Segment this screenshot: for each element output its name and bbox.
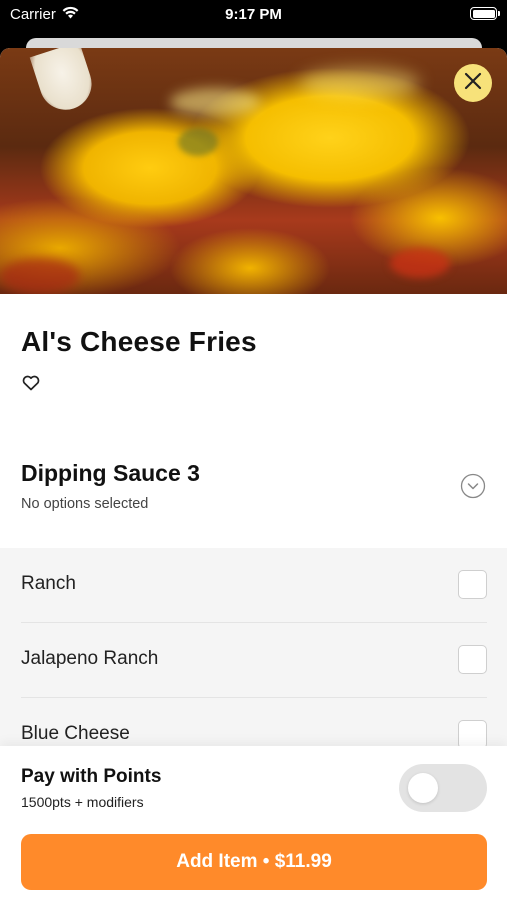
battery-icon bbox=[470, 7, 500, 20]
item-hero-image bbox=[0, 48, 507, 294]
item-title: Al's Cheese Fries bbox=[21, 326, 257, 357]
option-row[interactable]: Ranch bbox=[21, 548, 487, 623]
modifier-group-header[interactable]: Dipping Sauce 3 No options selected bbox=[0, 448, 507, 548]
toggle-knob bbox=[408, 773, 438, 803]
heart-icon bbox=[22, 375, 40, 396]
pay-with-points-subtitle: 1500pts + modifiers bbox=[21, 794, 144, 810]
modifier-group-title: Dipping Sauce 3 bbox=[21, 460, 200, 486]
option-label: Ranch bbox=[21, 573, 76, 594]
close-icon bbox=[464, 72, 482, 95]
pay-with-points-toggle[interactable] bbox=[399, 764, 487, 812]
chevron-down-icon[interactable] bbox=[460, 473, 486, 499]
checkout-footer: Pay with Points 1500pts + modifiers Add … bbox=[0, 746, 507, 900]
item-detail-sheet: Al's Cheese Fries Dipping Sauce 3 No opt… bbox=[0, 48, 507, 900]
close-button[interactable] bbox=[454, 64, 492, 102]
favorite-button[interactable] bbox=[21, 375, 41, 395]
option-row[interactable]: Jalapeno Ranch bbox=[21, 623, 487, 698]
status-bar: Carrier 9:17 PM bbox=[0, 0, 507, 30]
option-checkbox[interactable] bbox=[458, 570, 487, 599]
option-label: Blue Cheese bbox=[21, 723, 130, 744]
option-label: Jalapeno Ranch bbox=[21, 648, 159, 669]
pay-with-points-title: Pay with Points bbox=[21, 766, 162, 787]
status-time: 9:17 PM bbox=[225, 6, 282, 23]
modifier-group-subtitle: No options selected bbox=[21, 496, 149, 512]
option-checkbox[interactable] bbox=[458, 720, 487, 749]
add-item-button[interactable]: Add Item • $11.99 bbox=[21, 834, 487, 890]
option-checkbox[interactable] bbox=[458, 645, 487, 674]
item-header: Al's Cheese Fries bbox=[21, 326, 257, 358]
